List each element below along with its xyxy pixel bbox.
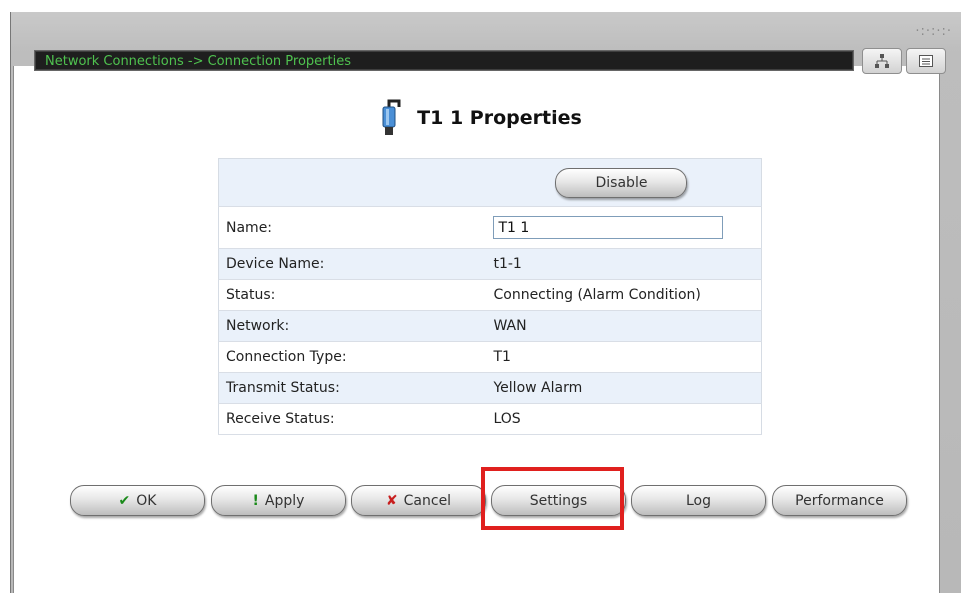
connection-type-value: T1 bbox=[493, 341, 762, 373]
table-row: Disable bbox=[218, 158, 762, 207]
log-button-label: Log bbox=[685, 492, 711, 509]
t1-connector-icon bbox=[382, 99, 401, 135]
performance-button-label: Performance bbox=[795, 492, 884, 509]
table-row: Connection Type: T1 bbox=[218, 341, 762, 373]
table-row: Network: WAN bbox=[218, 310, 762, 342]
table-row: Name: bbox=[218, 206, 762, 249]
network-tree-icon bbox=[875, 54, 889, 68]
status-label: Status: bbox=[218, 279, 494, 311]
page-view-button[interactable] bbox=[906, 48, 946, 74]
receive-status-value: LOS bbox=[493, 403, 762, 435]
log-button[interactable]: Log bbox=[631, 485, 766, 516]
apply-button[interactable]: ! Apply bbox=[211, 485, 346, 516]
cancel-button-label: Cancel bbox=[403, 492, 452, 509]
corner-decoration: ·:·:·:· bbox=[915, 24, 952, 39]
receive-status-label: Receive Status: bbox=[218, 403, 494, 435]
cancel-button[interactable]: ✘ Cancel bbox=[351, 485, 486, 516]
device-name-label: Device Name: bbox=[218, 248, 494, 280]
exclamation-icon: ! bbox=[252, 492, 259, 509]
table-row: Receive Status: LOS bbox=[218, 403, 762, 435]
checkmark-icon: ✔ bbox=[118, 492, 131, 509]
transmit-status-value: Yellow Alarm bbox=[493, 372, 762, 404]
status-value: Connecting (Alarm Condition) bbox=[493, 279, 762, 311]
settings-highlight-box bbox=[481, 467, 624, 530]
x-icon: ✘ bbox=[385, 492, 398, 509]
table-row: Transmit Status: Yellow Alarm bbox=[218, 372, 762, 404]
network-value: WAN bbox=[493, 310, 762, 342]
ok-button[interactable]: ✔ OK bbox=[70, 485, 205, 516]
page-header: T1 1 Properties bbox=[0, 98, 961, 138]
properties-table: Disable Name: Device Name: t1-1 Status: … bbox=[218, 158, 762, 435]
apply-button-label: Apply bbox=[264, 492, 305, 509]
connection-type-label: Connection Type: bbox=[218, 341, 494, 373]
page-title: T1 1 Properties bbox=[417, 107, 582, 129]
device-name-value: t1-1 bbox=[493, 248, 762, 280]
network-label: Network: bbox=[218, 310, 494, 342]
table-row: Status: Connecting (Alarm Condition) bbox=[218, 279, 762, 311]
performance-button[interactable]: Performance bbox=[772, 485, 907, 516]
ok-button-label: OK bbox=[136, 492, 157, 509]
name-label: Name: bbox=[218, 206, 494, 249]
page-view-icon bbox=[919, 55, 933, 67]
network-map-button[interactable] bbox=[862, 48, 902, 74]
transmit-status-label: Transmit Status: bbox=[218, 372, 494, 404]
table-row: Device Name: t1-1 bbox=[218, 248, 762, 280]
breadcrumb: Network Connections -> Connection Proper… bbox=[34, 50, 854, 71]
name-field[interactable] bbox=[493, 216, 724, 239]
disable-button[interactable]: Disable bbox=[555, 167, 688, 198]
